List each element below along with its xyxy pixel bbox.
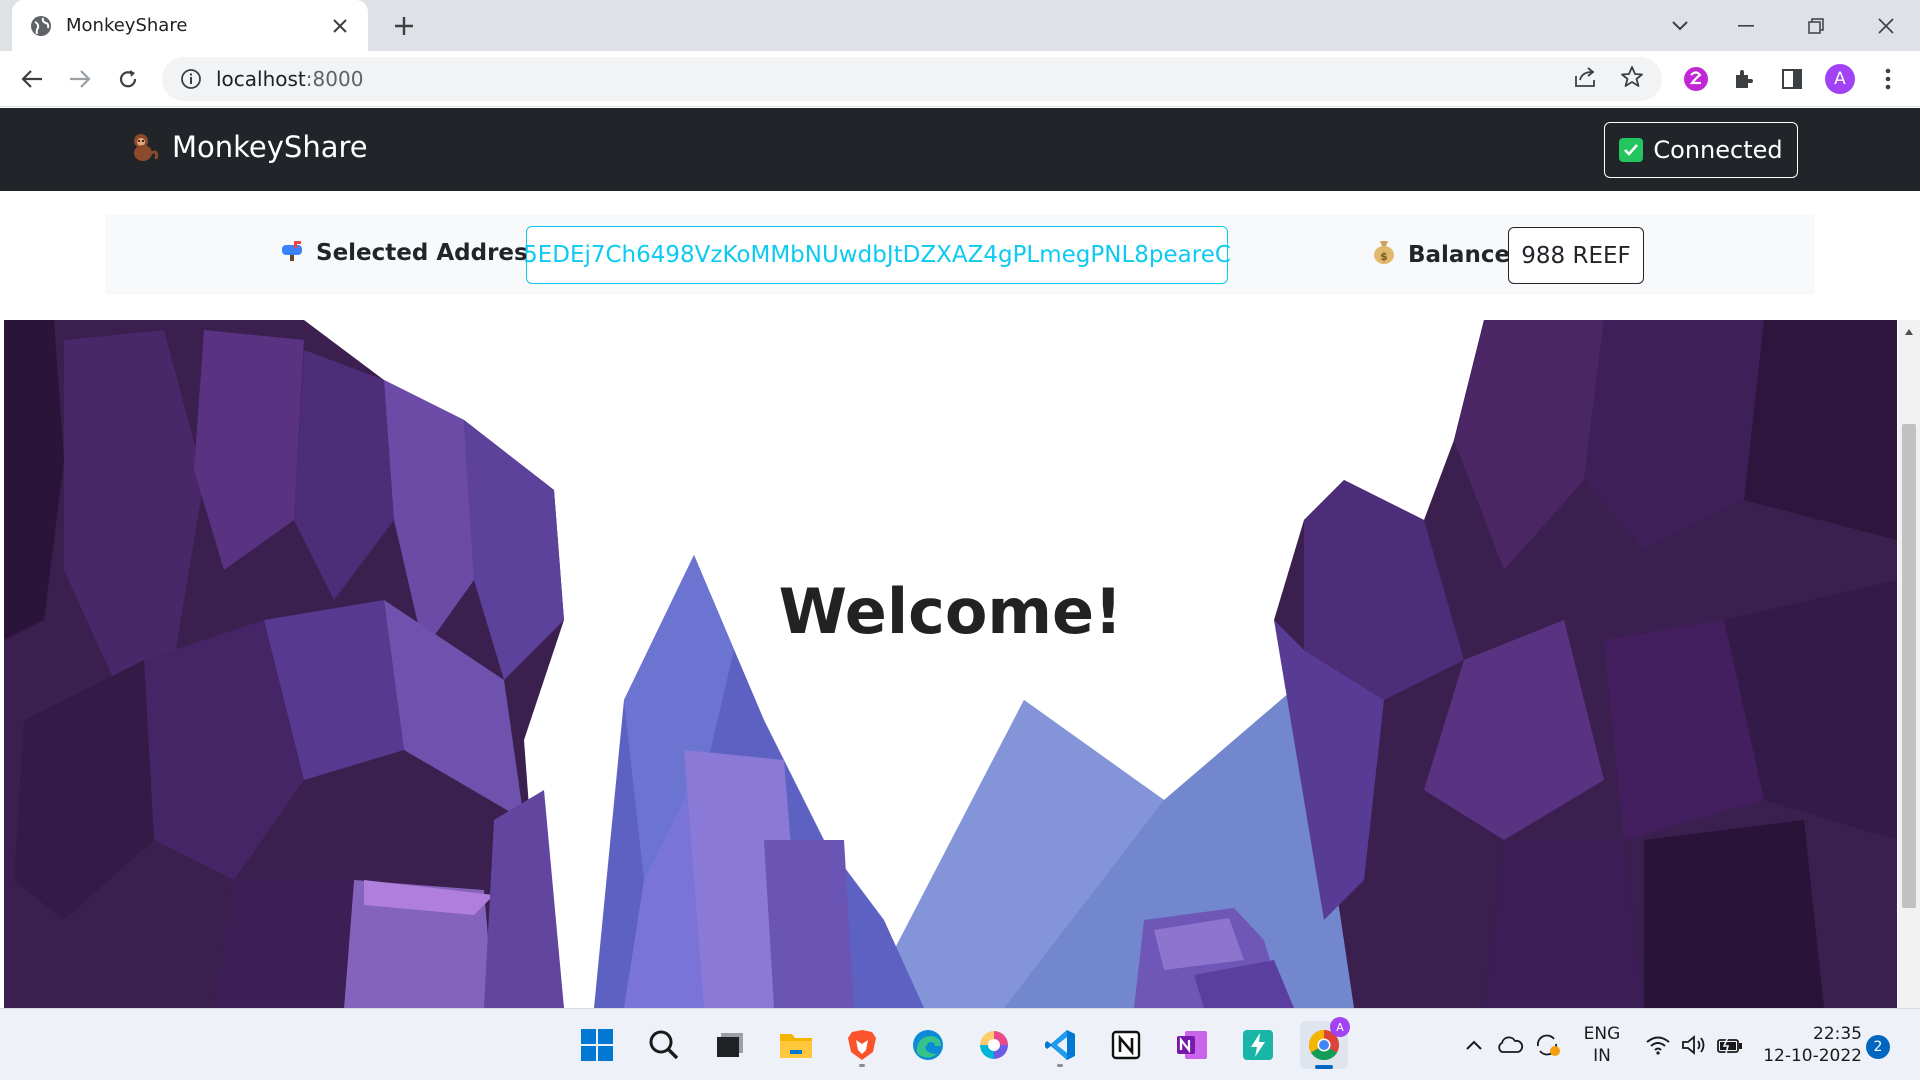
show-hidden-icons-chevron-icon[interactable]: [1456, 1021, 1492, 1069]
search-icon[interactable]: [640, 1021, 688, 1069]
close-tab-icon[interactable]: [326, 12, 354, 40]
connected-button[interactable]: Connected: [1604, 122, 1798, 178]
chrome-profile-badge: A: [1330, 1017, 1350, 1037]
svg-text:$: $: [1380, 250, 1388, 263]
brand-name: MonkeyShare: [172, 130, 368, 164]
volume-icon[interactable]: [1676, 1021, 1712, 1069]
side-panel-icon[interactable]: [1776, 63, 1808, 95]
task-view-icon[interactable]: [706, 1021, 754, 1069]
hero-illustration: Welcome!: [4, 320, 1897, 1008]
app-navbar: MonkeyShare Connected: [0, 108, 1920, 191]
forward-icon[interactable]: [64, 63, 96, 95]
restore-icon[interactable]: [1796, 8, 1836, 44]
minimize-icon[interactable]: [1726, 8, 1766, 44]
back-icon[interactable]: [16, 63, 48, 95]
paint-app-icon[interactable]: [970, 1021, 1018, 1069]
monkey-icon: [128, 131, 160, 163]
address-bar[interactable]: localhost:8000: [162, 57, 1662, 101]
system-clock[interactable]: 22:35 12-10-2022: [1758, 1023, 1862, 1067]
globe-icon: [30, 15, 52, 37]
browser-tab-strip: MonkeyShare: [0, 0, 1920, 51]
brand-link[interactable]: MonkeyShare: [128, 130, 368, 164]
notification-badge[interactable]: 2: [1866, 1035, 1890, 1059]
canyon-illustration: [4, 320, 1897, 1008]
browser-toolbar: localhost:8000 A: [0, 51, 1920, 107]
onenote-icon[interactable]: [1168, 1021, 1216, 1069]
tab-search-icon[interactable]: [1660, 8, 1700, 44]
selected-address-label: Selected Address:: [280, 239, 553, 267]
page-scrollbar[interactable]: [1898, 320, 1920, 1008]
wifi-icon[interactable]: [1640, 1021, 1676, 1069]
extension-reef-icon[interactable]: [1680, 63, 1712, 95]
scroll-up-arrow-icon[interactable]: [1898, 320, 1920, 344]
sync-status-icon[interactable]: [1530, 1021, 1566, 1069]
reload-icon[interactable]: [112, 63, 144, 95]
account-panel: Selected Address: 5EDEj7Ch6498VzKoMMbNUw…: [105, 215, 1815, 295]
screen: MonkeyShare localhost:8000 A MonkeyShare…: [0, 0, 1920, 1080]
notion-icon[interactable]: [1102, 1021, 1150, 1069]
onedrive-cloud-icon[interactable]: [1492, 1021, 1528, 1069]
bookmark-star-icon[interactable]: [1620, 65, 1644, 94]
balance-label: $ Balance:: [1372, 239, 1519, 271]
battery-charging-icon[interactable]: [1712, 1021, 1748, 1069]
kebab-menu-icon[interactable]: [1872, 63, 1904, 95]
scroll-thumb[interactable]: [1902, 424, 1916, 908]
balance-value: 988 REEF: [1508, 227, 1644, 284]
start-button-icon[interactable]: [573, 1021, 621, 1069]
browser-tab[interactable]: MonkeyShare: [12, 0, 368, 51]
close-window-icon[interactable]: [1866, 8, 1906, 44]
chrome-browser-icon[interactable]: A: [1300, 1017, 1350, 1069]
selected-address-value[interactable]: 5EDEj7Ch6498VzKoMMbNUwdbJtDZXAZ4gPLmegPN…: [523, 226, 1231, 284]
url-text: localhost:8000: [216, 67, 364, 91]
new-tab-icon[interactable]: [388, 10, 420, 42]
profile-avatar[interactable]: A: [1824, 63, 1856, 95]
check-mark-icon: [1619, 138, 1644, 162]
edge-browser-icon[interactable]: [904, 1021, 952, 1069]
tab-title: MonkeyShare: [66, 15, 188, 36]
extensions-puzzle-icon[interactable]: [1728, 63, 1760, 95]
brave-browser-icon[interactable]: [838, 1021, 886, 1069]
connected-label: Connected: [1653, 136, 1783, 164]
input-language-indicator[interactable]: ENG IN: [1578, 1023, 1626, 1067]
vscode-icon[interactable]: [1036, 1021, 1084, 1069]
share-icon[interactable]: [1574, 66, 1598, 93]
windows-taskbar: A ENG IN 22:35 12-10-2022 2: [0, 1008, 1920, 1080]
welcome-heading: Welcome!: [778, 575, 1123, 648]
site-info-icon[interactable]: [180, 68, 202, 90]
bolt-app-icon[interactable]: [1234, 1021, 1282, 1069]
money-bag-icon: $: [1372, 239, 1396, 271]
mailbox-icon: [280, 239, 306, 267]
file-explorer-icon[interactable]: [772, 1021, 820, 1069]
